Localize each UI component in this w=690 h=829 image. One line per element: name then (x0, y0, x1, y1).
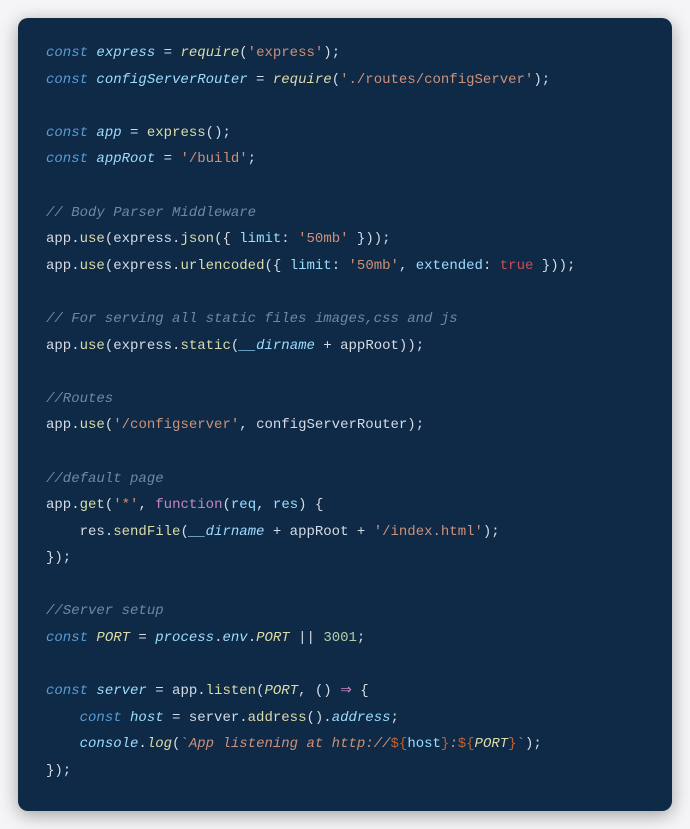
comment: //Server setup (46, 603, 164, 619)
fn-require: require (180, 45, 239, 61)
comment: //Routes (46, 391, 113, 407)
var-appRoot: appRoot (96, 151, 155, 167)
var-server: server (96, 683, 146, 699)
code-block: const express = require('express'); cons… (18, 18, 672, 811)
comment: // Body Parser Middleware (46, 205, 256, 221)
var-PORT: PORT (96, 630, 130, 646)
keyword-const: const (46, 45, 88, 61)
comment: //default page (46, 471, 164, 487)
code-content: const express = require('express'); cons… (46, 40, 644, 785)
var-app: app (96, 125, 121, 141)
var-express: express (96, 45, 155, 61)
comment: // For serving all static files images,c… (46, 311, 458, 327)
var-configServerRouter: configServerRouter (96, 72, 247, 88)
